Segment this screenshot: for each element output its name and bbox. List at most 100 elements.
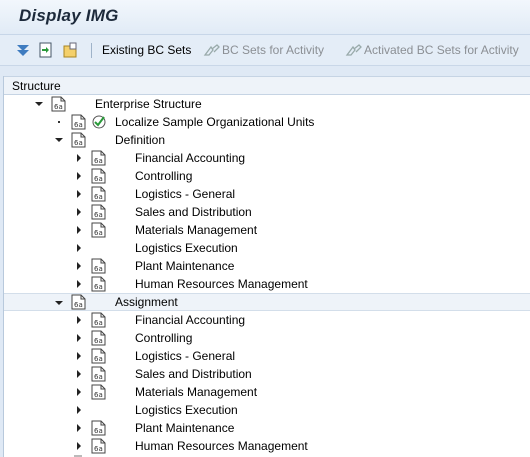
structure-header-label: Structure [12,79,61,93]
documentation-icon[interactable]: 6a [91,330,106,346]
leaf-bullet-icon [58,121,60,123]
collapse-arrow-icon[interactable] [55,138,63,142]
svg-text:6a: 6a [94,175,103,183]
svg-text:6a: 6a [54,103,63,111]
tree-node-item[interactable]: Logistics Execution [4,401,530,419]
tree-node-item[interactable]: 6a Controlling [4,329,530,347]
tree-node-item[interactable]: 6a Sales and Distribution [4,203,530,221]
tree-node-label: Materials Management [135,223,258,237]
tree-node-item[interactable]: Logistics Execution [4,239,530,257]
expand-arrow-icon[interactable] [77,424,81,432]
expand-arrow-icon[interactable] [77,190,81,198]
expand-arrow-icon[interactable] [77,226,81,234]
expand-arrow-icon[interactable] [77,154,81,162]
svg-text:6a: 6a [94,427,103,435]
tree-node-item[interactable]: 6a Logistics - General [4,347,530,365]
execute-activity-icon[interactable] [91,114,106,130]
expand-arrow-icon[interactable] [77,352,81,360]
title-bar: Display IMG [0,0,530,35]
tree-node-label: Human Resources Management [135,439,308,453]
tree-node-label: Financial Accounting [135,151,246,165]
find-icon[interactable] [37,41,55,59]
tree-node-label: Localize Sample Organizational Units [115,115,315,129]
svg-text:6a: 6a [94,391,103,399]
tree-node-label: Enterprise Structure [95,97,202,111]
documentation-icon[interactable]: 6a [91,276,106,292]
documentation-icon[interactable]: 6a [91,366,106,382]
activated-bc-sets-label: Activated BC Sets for Activity [364,43,519,57]
expand-arrow-icon[interactable] [77,406,81,414]
existing-bc-sets-button[interactable]: Existing BC Sets [102,43,191,57]
img-structure-tree: Structure 6a Enterprise Structure 6a Loc… [3,76,530,457]
application-toolbar: Existing BC Sets BC Sets for Activity Ac… [0,35,530,66]
expand-arrow-icon[interactable] [77,388,81,396]
documentation-icon[interactable]: 6a [91,150,106,166]
documentation-icon[interactable]: 6a [91,420,106,436]
page-title: Display IMG [19,6,119,25]
collapse-arrow-icon[interactable] [55,301,63,305]
bc-set-icon [345,44,363,60]
tree-node-item[interactable]: 6a Human Resources Management [4,275,530,293]
tree-node-item[interactable]: 6a Logistics - General [4,185,530,203]
tree-node-item[interactable]: 6a Human Resources Management [4,437,530,455]
bc-set-icon [203,44,221,60]
tree-node-label: Sales and Distribution [135,205,252,219]
documentation-icon[interactable]: 6a [91,384,106,400]
tree-node-item[interactable]: 6a Plant Maintenance [4,419,530,437]
expand-arrow-icon[interactable] [77,370,81,378]
expand-arrow-icon[interactable] [77,334,81,342]
documentation-icon[interactable]: 6a [71,114,86,130]
expand-arrow-icon[interactable] [77,208,81,216]
documentation-icon[interactable]: 6a [91,312,106,328]
tree-node-item[interactable]: 6a Financial Accounting [4,311,530,329]
svg-text:6a: 6a [94,265,103,273]
tree-node-item[interactable]: 6a Sales and Distribution [4,365,530,383]
svg-text:6a: 6a [94,355,103,363]
tree-node-label: Plant Maintenance [135,259,235,273]
tree-node-localize[interactable]: 6a Localize Sample Organizational Units [4,113,530,131]
tree-node-label: Materials Management [135,385,258,399]
expand-arrow-icon[interactable] [77,316,81,324]
documentation-icon[interactable]: 6a [51,96,66,112]
tree-node-item[interactable]: 6a Materials Management [4,221,530,239]
documentation-icon[interactable]: 6a [91,222,106,238]
tree-node-enterprise-structure[interactable]: 6a Enterprise Structure [4,95,530,113]
svg-text:6a: 6a [94,283,103,291]
collapse-arrow-icon[interactable] [35,102,43,106]
tree-node-label: Logistics - General [135,187,236,201]
documentation-icon[interactable]: 6a [91,168,106,184]
tree-node-label: Controlling [135,169,193,183]
documentation-icon[interactable]: 6a [71,294,86,310]
tree-node-item[interactable]: 6a Plant Maintenance [4,257,530,275]
expand-all-icon[interactable] [15,41,33,59]
tree-node-item[interactable]: 6a Controlling [4,167,530,185]
svg-text:6a: 6a [94,337,103,345]
svg-text:6a: 6a [74,121,83,129]
documentation-icon[interactable]: 6a [91,438,106,454]
svg-text:6a: 6a [74,139,83,147]
bc-sets-for-activity-button[interactable]: BC Sets for Activity [203,43,324,60]
expand-arrow-icon[interactable] [77,280,81,288]
structure-column-header: Structure [4,76,530,95]
documentation-icon[interactable]: 6a [91,186,106,202]
documentation-icon[interactable]: 6a [91,348,106,364]
toolbar-separator [91,43,92,58]
documentation-icon[interactable]: 6a [91,258,106,274]
svg-text:6a: 6a [94,229,103,237]
tree-node-label: Logistics Execution [135,241,238,255]
expand-arrow-icon[interactable] [77,244,81,252]
tree-node-item[interactable]: 6a Financial Accounting [4,149,530,167]
tree-node-definition[interactable]: 6a Definition [4,131,530,149]
expand-arrow-icon[interactable] [77,262,81,270]
activated-bc-sets-button[interactable]: Activated BC Sets for Activity [345,43,519,60]
svg-text:6a: 6a [94,157,103,165]
tree-node-label: Definition [115,133,166,147]
note-icon[interactable] [62,41,80,59]
tree-node-assignment[interactable]: 6a Assignment [4,293,530,311]
expand-arrow-icon[interactable] [77,442,81,450]
documentation-icon[interactable]: 6a [91,204,106,220]
svg-text:6a: 6a [94,319,103,327]
expand-arrow-icon[interactable] [77,172,81,180]
tree-node-item[interactable]: 6a Materials Management [4,383,530,401]
documentation-icon[interactable]: 6a [71,132,86,148]
